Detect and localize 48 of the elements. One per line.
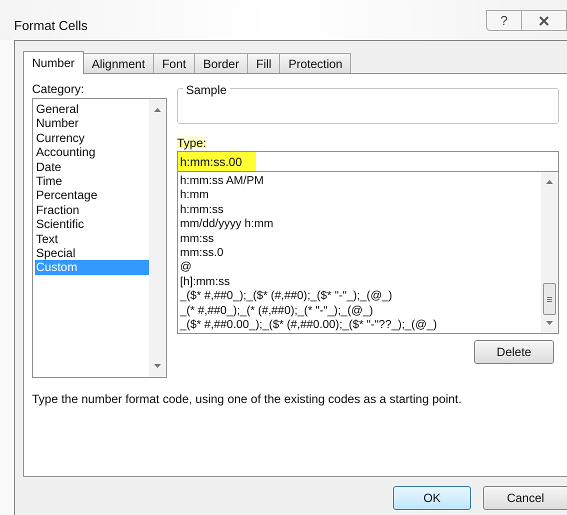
category-item[interactable]: Special (35, 246, 149, 260)
scroll-thumb[interactable] (543, 283, 556, 315)
type-item[interactable]: h:mm (180, 188, 541, 203)
scroll-up-icon[interactable] (154, 108, 161, 112)
category-item[interactable]: Time (35, 174, 149, 188)
type-item[interactable]: h:mm:ss AM/PM (180, 174, 541, 188)
category-item[interactable]: Percentage (35, 188, 149, 203)
type-item[interactable]: mm:ss.0 (180, 246, 541, 260)
type-item[interactable]: mm:ss (180, 232, 541, 246)
delete-button[interactable]: Delete (474, 340, 554, 364)
help-button[interactable]: ? (486, 10, 522, 31)
category-label: Category: (32, 81, 86, 96)
close-button[interactable] (522, 10, 567, 31)
type-field[interactable]: h:mm:ss.00 (177, 151, 559, 172)
window-title: Format Cells (14, 17, 88, 35)
scroll-up-icon[interactable] (546, 180, 553, 184)
tab[interactable]: Border (194, 53, 248, 73)
scrollbar[interactable] (149, 99, 166, 377)
close-icon (539, 16, 549, 26)
category-item[interactable]: Date (35, 160, 149, 174)
type-item[interactable]: [h]:mm:ss (180, 274, 541, 290)
category-item[interactable]: Number (35, 116, 149, 131)
scrollbar[interactable] (541, 172, 558, 333)
type-item[interactable]: _($* #,##0_);_($* (#,##0);_($* "-"_);_(@_) (180, 289, 541, 304)
dialog-button[interactable]: Cancel (483, 486, 567, 510)
description-text: Type the number format code, using one of the existing codes as a starting point. (32, 391, 463, 408)
type-item[interactable]: mm/dd/yyyy h:mm (180, 217, 541, 232)
category-item[interactable]: Currency (35, 130, 149, 146)
category-item[interactable]: Scientific (35, 217, 149, 232)
type-item[interactable]: _($* #,##0.00_);_($* (#,##0.00);_($* "-"??_);_(@_) (180, 318, 541, 332)
dialog-button[interactable]: OK (393, 486, 471, 510)
grip-icon (547, 296, 552, 302)
category-item[interactable]: Text (35, 232, 149, 246)
tab[interactable]: Protection (279, 53, 352, 73)
tab[interactable]: Alignment (82, 53, 154, 73)
tab[interactable]: Font (153, 53, 196, 73)
category-item[interactable]: General (35, 102, 149, 116)
scroll-down-icon[interactable] (154, 364, 161, 368)
category-item[interactable]: Accounting (35, 145, 149, 160)
tab[interactable]: Number (23, 51, 84, 74)
type-item[interactable]: h:mm:ss (180, 202, 541, 218)
type-value: h:mm:ss.00 (178, 152, 256, 171)
tab[interactable]: Fill (247, 53, 280, 73)
type-item[interactable]: _(* #,##0_);_(* (#,##0);_(* "-"_);_(@_) (180, 304, 541, 318)
scroll-down-icon[interactable] (546, 321, 553, 325)
category-item[interactable]: Fraction (35, 202, 149, 218)
type-item[interactable]: @ (180, 260, 541, 275)
type-label: Type: (177, 134, 206, 148)
